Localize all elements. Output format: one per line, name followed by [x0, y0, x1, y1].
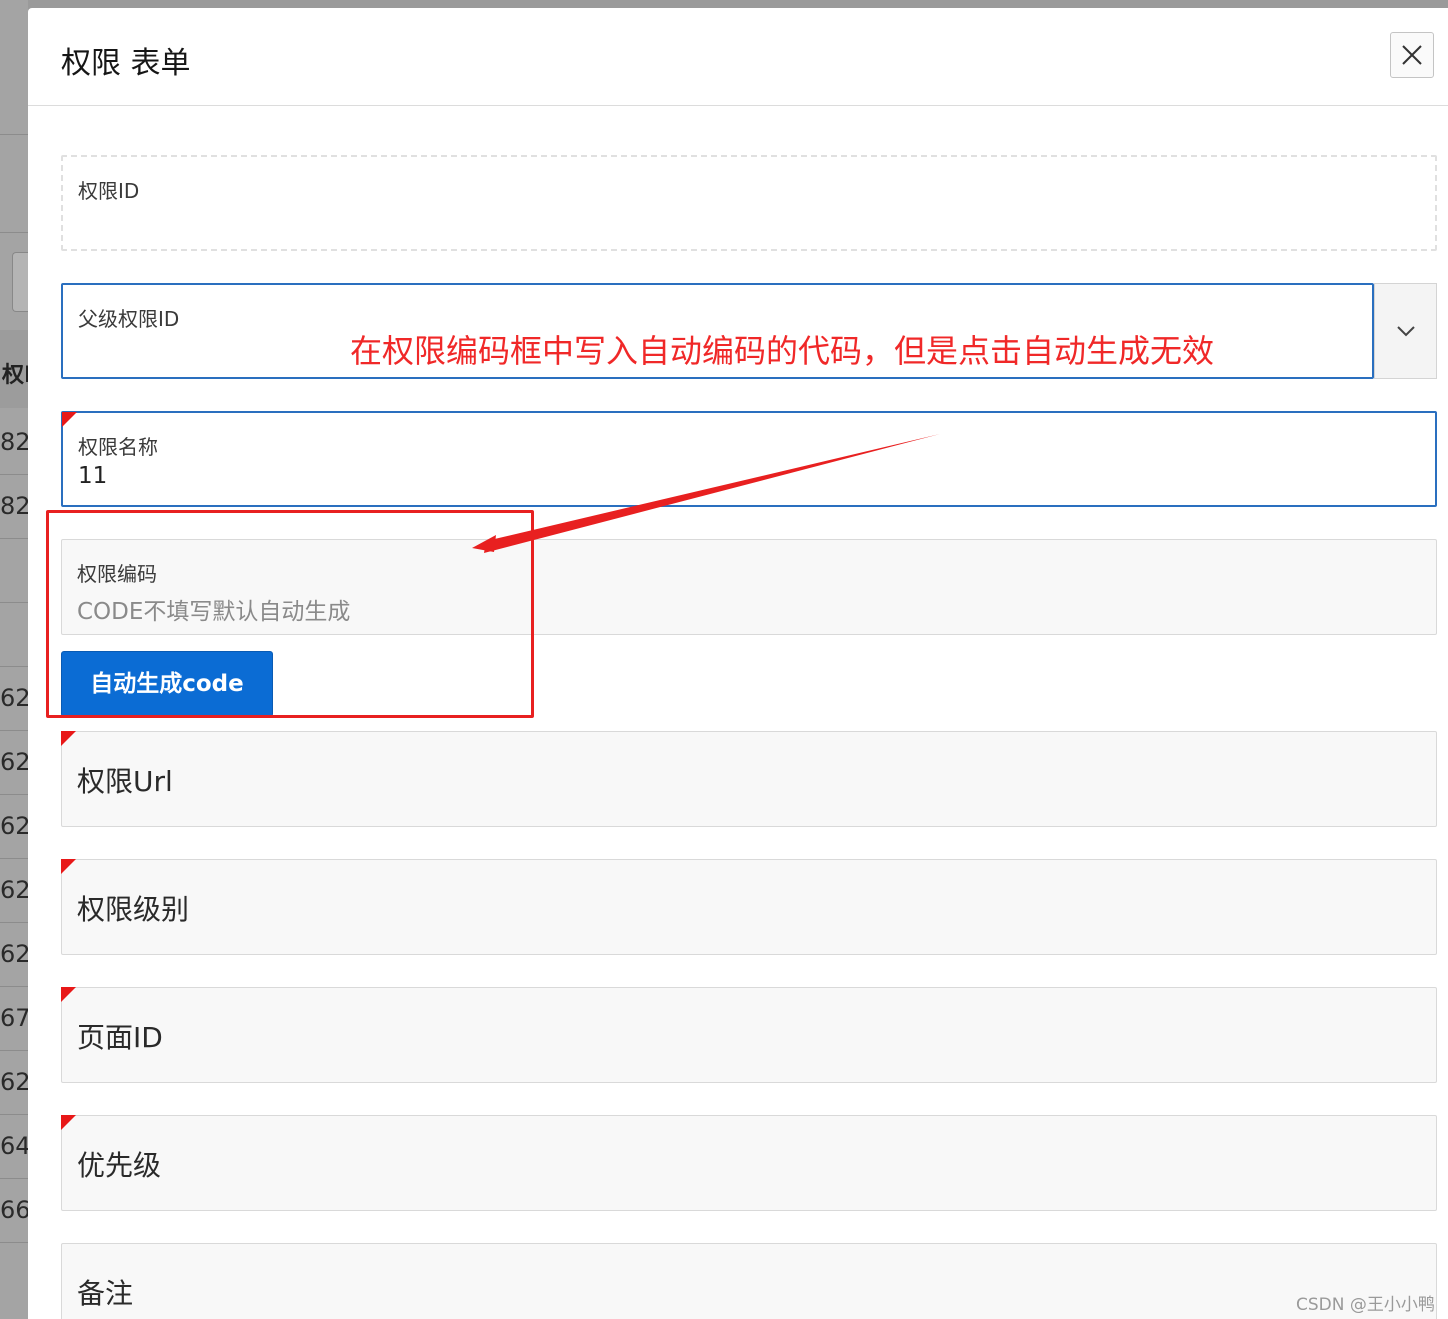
- annotation-box: [46, 510, 534, 718]
- background-row-id: 82: [0, 428, 28, 456]
- background-row-id: 62: [0, 812, 28, 840]
- background-divider: [0, 474, 28, 475]
- background-divider: [0, 922, 28, 923]
- perm-id-field[interactable]: 权限ID: [61, 155, 1437, 251]
- background-divider: [0, 1242, 28, 1243]
- modal-header: 权限 表单: [28, 8, 1448, 106]
- modal-title: 权限 表单: [61, 46, 191, 81]
- background-row-id: 62: [0, 876, 28, 904]
- background-row-id: 62: [0, 940, 28, 968]
- page-id-field[interactable]: 页面ID: [61, 987, 1437, 1083]
- perm-url-field[interactable]: 权限Url: [61, 731, 1437, 827]
- background-divider: [0, 986, 28, 987]
- perm-level-label: 权限级别: [77, 893, 190, 926]
- priority-field[interactable]: 优先级: [61, 1115, 1437, 1211]
- background-divider: [0, 538, 28, 539]
- background-divider: [0, 858, 28, 859]
- chevron-down-icon: [1397, 326, 1415, 337]
- priority-label: 优先级: [77, 1149, 162, 1182]
- watermark: CSDN @王小小鸭: [1296, 1295, 1435, 1315]
- background-divider: [0, 134, 28, 135]
- perm-url-label: 权限Url: [77, 765, 173, 798]
- remark-field[interactable]: 备注: [61, 1243, 1437, 1319]
- perm-id-label: 权限ID: [78, 179, 140, 203]
- required-marker: [62, 412, 77, 427]
- background-divider: [0, 1114, 28, 1115]
- remark-label: 备注: [77, 1277, 134, 1310]
- close-icon: [1402, 45, 1422, 65]
- perm-name-field[interactable]: 权限名称 11: [61, 411, 1437, 507]
- background-divider: [0, 232, 28, 233]
- close-button[interactable]: [1390, 32, 1434, 78]
- background-row-id: 66: [0, 1196, 28, 1224]
- background-divider: [0, 666, 28, 667]
- parent-id-label: 父级权限ID: [78, 307, 180, 331]
- background-divider: [0, 1050, 28, 1051]
- background-row-id: 62: [0, 748, 28, 776]
- required-marker: [61, 1115, 76, 1130]
- background-divider: [0, 602, 28, 603]
- background-column-header: 权I: [2, 363, 28, 388]
- background-divider: [0, 730, 28, 731]
- background-row-id: 64: [0, 1132, 28, 1160]
- perm-name-label: 权限名称: [78, 435, 158, 459]
- background-row-id: 67: [0, 1004, 28, 1032]
- required-marker: [61, 731, 76, 746]
- background-divider: [0, 1178, 28, 1179]
- background-divider: [0, 794, 28, 795]
- required-marker: [61, 987, 76, 1002]
- permission-form-modal: 权限 表单 权限ID 父级权限ID 权限名称 11 权限编码 CODE不填写默认…: [28, 8, 1448, 1319]
- perm-name-value: 11: [78, 463, 108, 489]
- background-row-id: 62: [0, 684, 28, 712]
- background-button: [12, 252, 29, 312]
- background-page: 权I 82 82 62 62 62 62 62 67 62 64 66: [0, 0, 29, 1319]
- page-id-label: 页面ID: [77, 1021, 163, 1054]
- background-row-id: 62: [0, 1068, 28, 1096]
- perm-level-field[interactable]: 权限级别: [61, 859, 1437, 955]
- annotation-text: 在权限编码框中写入自动编码的代码，但是点击自动生成无效: [350, 332, 1215, 370]
- background-row-id: 82: [0, 492, 28, 520]
- required-marker: [61, 859, 76, 874]
- parent-id-dropdown-toggle[interactable]: [1374, 283, 1437, 379]
